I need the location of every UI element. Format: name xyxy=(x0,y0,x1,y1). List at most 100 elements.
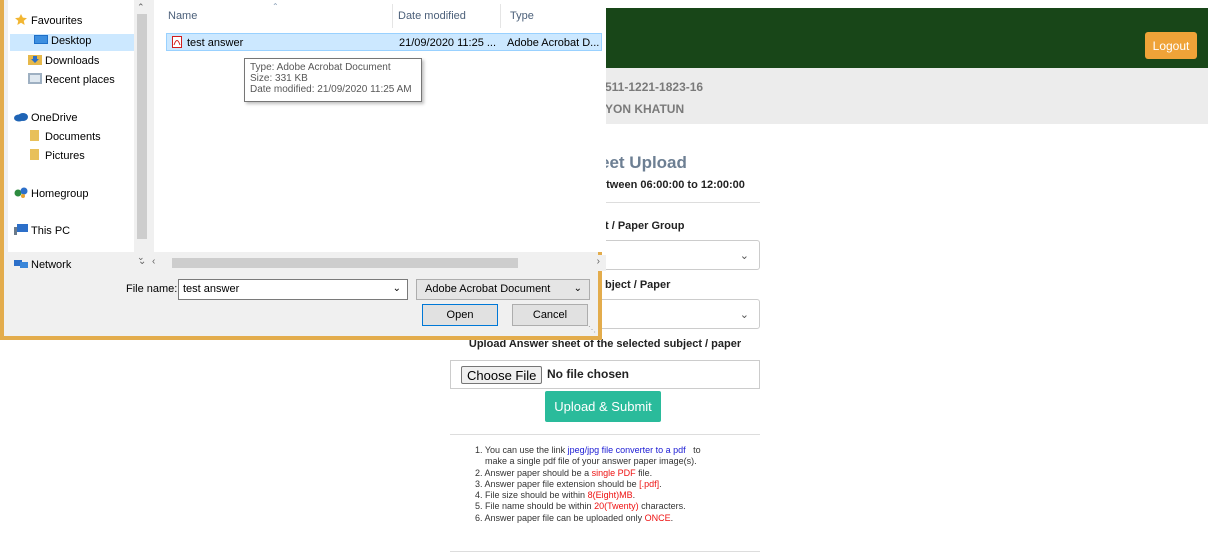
downloads-folder-icon xyxy=(28,55,42,65)
file-name-input[interactable]: test answer ⌄ xyxy=(178,279,408,300)
chevron-down-icon: ⌄ xyxy=(739,309,749,321)
file-type: Adobe Acrobat D... xyxy=(507,37,600,49)
nav-item-network[interactable]: Network xyxy=(14,258,71,275)
recent-places-icon xyxy=(28,73,42,84)
file-type-select[interactable]: Adobe Acrobat Document ⌄ xyxy=(416,279,590,300)
sort-up-icon: ⌃ xyxy=(272,2,279,11)
instruction-highlight: [.pdf] xyxy=(639,478,660,489)
instruction-text: . xyxy=(659,478,662,489)
divider xyxy=(450,434,760,435)
file-date-modified: 21/09/2020 11:25 ... xyxy=(399,37,497,49)
column-header-name[interactable]: Name xyxy=(168,10,197,22)
instruction-item: make a single pdf file of your answer pa… xyxy=(475,456,775,467)
homegroup-icon xyxy=(14,187,28,198)
nav-label: Pictures xyxy=(45,150,85,162)
nav-pane-scrollbar[interactable]: ⌃ ⌄ xyxy=(134,0,150,264)
choose-file-button[interactable]: Choose File xyxy=(461,366,543,384)
chevron-down-icon: ⌄ xyxy=(573,283,582,294)
nav-item-this-pc[interactable]: This PC xyxy=(14,224,70,241)
instruction-text: 3. Answer paper file extension should be xyxy=(475,478,640,489)
scroll-up-icon[interactable]: ⌃ xyxy=(137,2,145,13)
file-name-label: File name: xyxy=(126,283,178,295)
computer-icon xyxy=(14,224,28,235)
instruction-text: characters. xyxy=(638,501,686,512)
instruction-text: . xyxy=(670,512,674,523)
upload-time-window: etween 06:00:00 to 12:00:00 xyxy=(600,179,745,191)
instruction-item: 3. Answer paper file extension should be… xyxy=(475,479,775,490)
file-open-dialog: Favourites Desktop Downloads Recent plac… xyxy=(0,0,606,340)
instruction-text: to xyxy=(693,445,701,455)
column-divider[interactable] xyxy=(392,4,393,28)
scroll-left-icon[interactable]: ‹ xyxy=(152,256,155,267)
nav-item-homegroup[interactable]: Homegroup xyxy=(14,187,88,204)
open-button[interactable]: Open xyxy=(422,304,498,326)
nav-label: Network xyxy=(31,259,72,271)
instruction-text: 1. You can use the link xyxy=(475,445,568,455)
tooltip-type: Type: Adobe Acrobat Document xyxy=(250,62,391,73)
nav-label: Documents xyxy=(45,131,101,143)
instruction-text: 5. File name should be within xyxy=(475,501,595,512)
chevron-down-icon: ⌄ xyxy=(739,250,749,262)
nav-label: Favourites xyxy=(31,15,83,27)
nav-item-desktop[interactable]: Desktop xyxy=(10,34,136,51)
scroll-right-icon[interactable]: › xyxy=(597,256,600,267)
instruction-text: file. xyxy=(635,467,653,478)
nav-scroll-thumb[interactable] xyxy=(137,14,147,239)
file-type-value: Adobe Acrobat Document xyxy=(425,283,551,295)
converter-link[interactable]: jpeg/jpg file converter to a pdf xyxy=(568,445,686,455)
instruction-item: 2. Answer paper should be a single PDF f… xyxy=(475,468,775,479)
column-header-date-modified[interactable]: Date modified xyxy=(398,10,466,22)
nav-label: This PC xyxy=(31,225,71,237)
nav-label: Homegroup xyxy=(31,188,89,200)
nav-item-recent-places[interactable]: Recent places xyxy=(28,73,115,90)
instruction-item: 4. File size should be within 8(Eight)MB… xyxy=(475,490,775,501)
instruction-text: 2. Answer paper should be a xyxy=(475,467,592,478)
column-divider[interactable] xyxy=(500,4,501,28)
instruction-item: 6. Answer paper file can be uploaded onl… xyxy=(475,513,775,524)
pdf-icon xyxy=(172,36,182,48)
instructions-list: 1. You can use the link jpeg/jpg file co… xyxy=(475,445,775,524)
instruction-item: 5. File name should be within 20(Twenty)… xyxy=(475,501,775,512)
nav-label: Desktop xyxy=(51,35,92,47)
file-list-scrollbar[interactable]: ‹ › xyxy=(150,255,606,271)
nav-label: Recent places xyxy=(45,74,115,86)
column-header-type[interactable]: Type xyxy=(510,10,534,22)
file-upload-field: Choose File No file chosen xyxy=(450,360,760,389)
instruction-text: . xyxy=(632,490,636,501)
file-name-value: test answer xyxy=(183,283,240,295)
nav-label: OneDrive xyxy=(31,112,78,124)
folder-icon xyxy=(30,130,39,141)
file-list-scroll-thumb[interactable] xyxy=(172,258,518,268)
instruction-item: 1. You can use the link jpeg/jpg file co… xyxy=(475,445,775,456)
tooltip-date: Date modified: 21/09/2020 11:25 AM xyxy=(250,84,412,95)
instruction-highlight: single PDF xyxy=(591,467,636,478)
divider xyxy=(450,551,760,552)
instruction-text: 4. File size should be within xyxy=(475,490,588,501)
chevron-down-icon[interactable]: ⌄ xyxy=(393,283,401,294)
star-icon xyxy=(15,14,27,25)
instruction-highlight: 8(Eight)MB xyxy=(587,490,633,501)
resize-grip-icon[interactable]: ⋱ xyxy=(588,325,596,334)
nav-item-downloads[interactable]: Downloads xyxy=(28,54,99,71)
file-info-tooltip: Type: Adobe Acrobat Document Size: 331 K… xyxy=(244,58,422,102)
nav-item-onedrive[interactable]: OneDrive xyxy=(14,111,77,128)
nav-item-pictures[interactable]: Pictures xyxy=(28,149,85,166)
cancel-button[interactable]: Cancel xyxy=(512,304,588,326)
upload-submit-button[interactable]: Upload & Submit xyxy=(545,391,661,422)
file-list-pane: ⌃ Name Date modified Type test answer 21… xyxy=(154,0,606,252)
chevron-down-icon[interactable]: ⌄ xyxy=(138,256,146,267)
file-name: test answer xyxy=(187,37,244,49)
logout-button[interactable]: Logout xyxy=(1145,32,1197,59)
nav-item-documents[interactable]: Documents xyxy=(28,130,101,147)
subject-paper-label: bject / Paper xyxy=(605,279,671,291)
network-icon xyxy=(14,260,28,268)
navigation-pane: Favourites Desktop Downloads Recent plac… xyxy=(8,0,150,271)
nav-item-favourites[interactable]: Favourites xyxy=(14,14,82,31)
page-title: eet Upload xyxy=(600,153,687,172)
tooltip-size: Size: 331 KB xyxy=(250,73,308,84)
file-row[interactable]: test answer 21/09/2020 11:25 ... Adobe A… xyxy=(166,33,602,51)
nav-label: Downloads xyxy=(45,55,100,67)
instruction-text: make a single pdf file of your answer pa… xyxy=(485,456,697,467)
student-name: YON KHATUN xyxy=(605,102,685,116)
file-status-text: No file chosen xyxy=(547,367,630,381)
